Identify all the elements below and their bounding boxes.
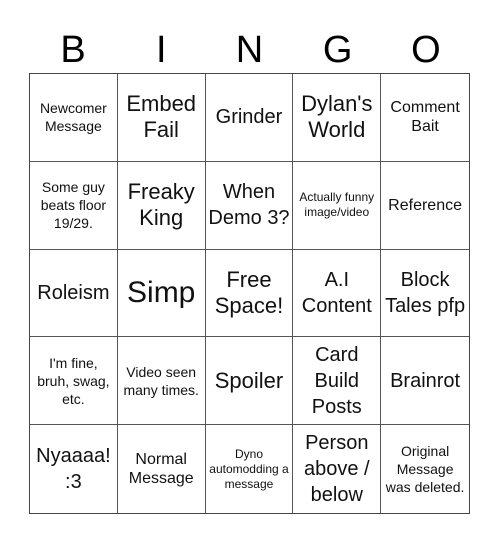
- bingo-cell[interactable]: A.I Content: [293, 249, 382, 338]
- bingo-cell[interactable]: Dylan's World: [293, 74, 382, 162]
- bingo-cell[interactable]: Person above / below: [293, 425, 382, 513]
- header-letter-g: G: [322, 29, 353, 71]
- header-letter-o: O: [411, 29, 441, 71]
- bingo-cell[interactable]: When Demo 3?: [205, 161, 294, 250]
- bingo-cell[interactable]: Actually funny image/video: [293, 161, 382, 250]
- bingo-header: B I N G O: [29, 28, 470, 72]
- bingo-cell[interactable]: Normal Message: [118, 425, 206, 513]
- bingo-cell[interactable]: I'm fine, bruh, swag, etc.: [30, 337, 118, 426]
- bingo-cell[interactable]: Grinder: [205, 74, 294, 162]
- bingo-cell[interactable]: Brainrot: [381, 337, 469, 426]
- bingo-cell[interactable]: Nyaaaa! :3: [30, 425, 118, 513]
- bingo-cell[interactable]: Spoiler: [205, 337, 294, 426]
- header-letter-b: B: [60, 29, 86, 71]
- bingo-cell[interactable]: Dyno automodding a message: [206, 425, 294, 513]
- bingo-cell[interactable]: Newcomer Message: [30, 74, 118, 162]
- bingo-cell[interactable]: Reference: [381, 162, 469, 250]
- bingo-cell[interactable]: Simp: [117, 249, 206, 338]
- bingo-cell[interactable]: Card Build Posts: [293, 337, 382, 426]
- bingo-cell[interactable]: Video seen many times.: [117, 337, 206, 426]
- bingo-cell[interactable]: Some guy beats floor 19/29.: [30, 161, 118, 250]
- bingo-cell[interactable]: Roleism: [30, 249, 118, 338]
- bingo-board: Newcomer Message Embed Fail Grinder Dyla…: [29, 73, 470, 514]
- bingo-cell[interactable]: Comment Bait: [381, 74, 469, 162]
- header-letter-i: I: [156, 29, 167, 71]
- bingo-cell[interactable]: Original Message was deleted.: [381, 425, 469, 513]
- bingo-cell[interactable]: Freaky King: [117, 161, 206, 250]
- header-letter-n: N: [235, 29, 264, 71]
- bingo-cell[interactable]: Embed Fail: [117, 74, 206, 162]
- free-space-cell[interactable]: Free Space!: [205, 249, 294, 338]
- bingo-cell[interactable]: Block Tales pfp: [381, 250, 469, 338]
